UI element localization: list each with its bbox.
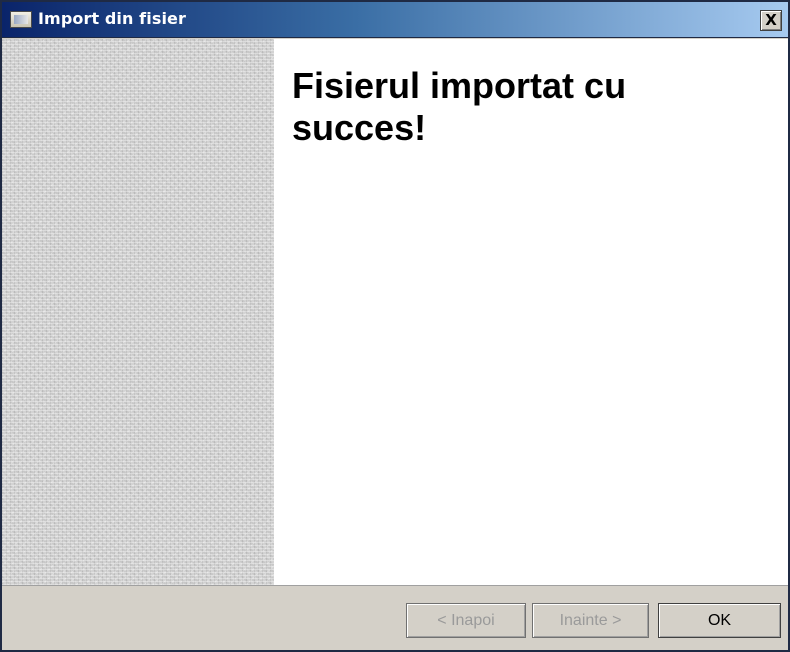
wizard-content-panel: Fisierul importat cu succes! [274, 39, 788, 585]
page-title: Fisierul importat cu succes! [292, 65, 627, 148]
button-bar: < Inapoi Inainte > OK [2, 585, 788, 650]
close-button[interactable]: X [760, 10, 782, 31]
ok-button[interactable]: OK [658, 603, 781, 638]
next-button[interactable]: Inainte > [532, 603, 649, 638]
back-button[interactable]: < Inapoi [406, 603, 526, 638]
app-window-icon [10, 11, 32, 28]
close-icon: X [765, 11, 777, 29]
title-bar[interactable]: Import din fisier X [2, 2, 788, 38]
wizard-side-panel [2, 39, 274, 585]
window-title: Import din fisier [38, 9, 186, 28]
import-dialog-window: Import din fisier X Fisierul importat cu… [0, 0, 790, 652]
